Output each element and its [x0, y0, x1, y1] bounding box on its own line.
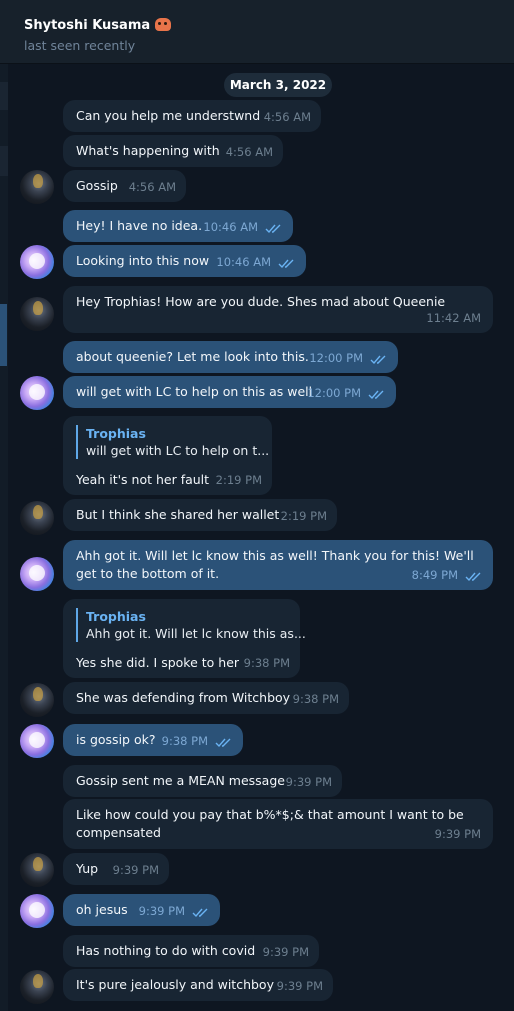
contact-avatar[interactable]: [20, 170, 54, 204]
message-time: 9:39 PM: [138, 904, 185, 918]
chat-header[interactable]: Shytoshi Kusama last seen recently: [0, 0, 514, 64]
message-bubble[interactable]: What's happening with 4:56 AM: [63, 135, 283, 167]
message-bubble[interactable]: Looking into this now 10:46 AM: [63, 245, 306, 277]
message-text: Like how could you pay that b%*$;& that …: [76, 807, 464, 840]
reply-author: Trophias: [86, 609, 146, 624]
my-avatar[interactable]: [20, 724, 54, 758]
reply-snippet: Ahh got it. Will let lc know this as...: [86, 626, 306, 641]
reply-quote[interactable]: Trophias Ahh got it. Will let lc know th…: [76, 608, 306, 642]
message-bubble[interactable]: about queenie? Let me look into this. 12…: [63, 341, 398, 373]
message-text: What's happening with: [76, 143, 220, 158]
message-bubble-with-reply[interactable]: Trophias will get with LC to help on t..…: [63, 416, 272, 495]
message-text: about queenie? Let me look into this.: [76, 349, 309, 364]
message-time: 9:39 PM: [434, 827, 481, 841]
my-avatar[interactable]: [20, 376, 54, 410]
message-time: 9:38 PM: [292, 692, 339, 706]
message-bubble[interactable]: oh jesus 9:39 PM: [63, 894, 220, 926]
contact-avatar[interactable]: [20, 297, 54, 331]
message-bubble[interactable]: Like how could you pay that b%*$;& that …: [63, 799, 493, 849]
message-text: will get with LC to help on this as well: [76, 384, 313, 399]
message-text: Has nothing to do with covid: [76, 943, 256, 958]
double-check-icon: [368, 390, 384, 400]
reply-quote[interactable]: Trophias will get with LC to help on t..…: [76, 425, 269, 459]
contact-avatar[interactable]: [20, 853, 54, 887]
message-bubble[interactable]: It's pure jealously and witchboy 9:39 PM: [63, 969, 333, 1001]
message-time: 10:46 AM: [203, 220, 258, 234]
double-check-icon: [370, 355, 386, 365]
active-chat-indicator: [0, 304, 7, 366]
message-text: oh jesus: [76, 902, 128, 917]
contact-avatar[interactable]: [20, 970, 54, 1004]
message-time: 12:00 PM: [309, 351, 363, 365]
message-time: 12:00 PM: [307, 386, 361, 400]
message-time: 4:56 AM: [263, 110, 311, 124]
message-bubble[interactable]: Can you help me understwnd 4:56 AM: [63, 100, 321, 132]
contact-avatar[interactable]: [20, 501, 54, 535]
double-check-icon: [465, 572, 481, 582]
message-time: 2:19 PM: [215, 473, 262, 487]
my-avatar[interactable]: [20, 557, 54, 591]
message-text: But I think she shared her wallet: [76, 507, 280, 522]
double-check-icon: [265, 224, 281, 234]
message-bubble[interactable]: But I think she shared her wallet 2:19 P…: [63, 499, 337, 531]
message-bubble[interactable]: Yup 9:39 PM: [63, 853, 169, 885]
message-text: Gossip sent me a MEAN message: [76, 773, 285, 788]
message-time: 4:56 AM: [225, 145, 273, 159]
chat-list-edge[interactable]: [0, 64, 8, 1011]
message-bubble[interactable]: will get with LC to help on this as well…: [63, 376, 396, 408]
message-text: Gossip: [76, 178, 118, 193]
double-check-icon: [215, 738, 231, 748]
contact-avatar[interactable]: [20, 683, 54, 717]
message-bubble[interactable]: Has nothing to do with covid 9:39 PM: [63, 935, 319, 967]
message-text: Hey Trophias! How are you dude. Shes mad…: [76, 294, 446, 309]
message-bubble[interactable]: Hey! I have no idea. 10:46 AM: [63, 210, 293, 242]
chat-list-item-edge: [0, 146, 8, 176]
message-time: 9:38 PM: [243, 656, 290, 670]
reply-author: Trophias: [86, 426, 146, 441]
message-bubble[interactable]: Ahh got it. Will let lc know this as wel…: [63, 540, 493, 590]
message-text: is gossip ok?: [76, 732, 156, 747]
double-check-icon: [278, 259, 294, 269]
message-time: 9:39 PM: [276, 979, 323, 993]
message-time: 9:39 PM: [112, 863, 159, 877]
date-divider: March 3, 2022: [224, 73, 332, 97]
message-time: 10:46 AM: [216, 255, 271, 269]
message-text: Yes she did. I spoke to her: [76, 655, 240, 670]
message-time: 9:39 PM: [262, 945, 309, 959]
message-text: Can you help me understwnd: [76, 108, 261, 123]
message-time: 8:49 PM: [411, 568, 458, 582]
message-text: Yup: [76, 861, 99, 876]
message-bubble-with-reply[interactable]: Trophias Ahh got it. Will let lc know th…: [63, 599, 306, 678]
message-bubble[interactable]: Hey Trophias! How are you dude. Shes mad…: [63, 286, 493, 333]
message-text: Looking into this now: [76, 253, 210, 268]
my-avatar[interactable]: [20, 245, 54, 279]
message-bubble[interactable]: She was defending from Witchboy 9:38 PM: [63, 682, 349, 714]
my-avatar[interactable]: [20, 894, 54, 928]
contact-name[interactable]: Shytoshi Kusama: [24, 18, 172, 33]
contact-status: last seen recently: [24, 38, 136, 53]
message-text: Yeah it's not her fault: [76, 472, 210, 487]
message-time: 9:38 PM: [161, 734, 208, 748]
message-time: 9:39 PM: [285, 775, 332, 789]
message-time: 11:42 AM: [426, 311, 481, 325]
message-text: It's pure jealously and witchboy: [76, 977, 274, 992]
message-text: Hey! I have no idea.: [76, 218, 203, 233]
message-time: 4:56 AM: [128, 180, 176, 194]
message-time: 2:19 PM: [280, 509, 327, 523]
double-check-icon: [192, 908, 208, 918]
message-bubble[interactable]: Gossip sent me a MEAN message 9:39 PM: [63, 765, 342, 797]
cat-face-emoji-icon: [155, 18, 172, 31]
chat-list-item-edge: [0, 82, 8, 110]
message-bubble[interactable]: is gossip ok? 9:38 PM: [63, 724, 243, 756]
message-bubble[interactable]: Gossip 4:56 AM: [63, 170, 186, 202]
message-text: She was defending from Witchboy: [76, 690, 291, 705]
reply-snippet: will get with LC to help on t...: [86, 443, 270, 458]
